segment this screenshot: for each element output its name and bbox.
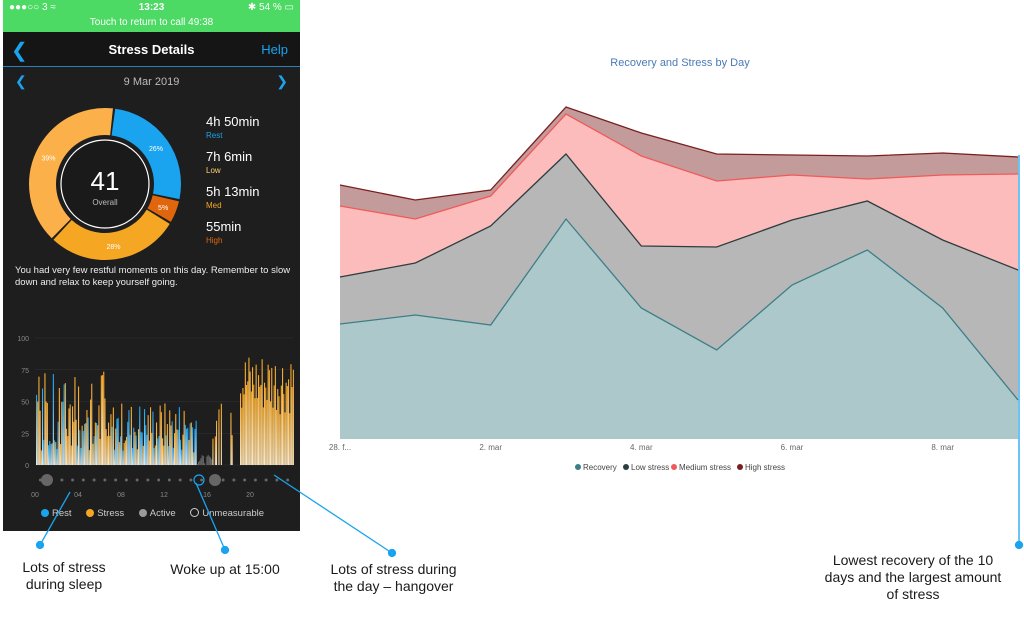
callout-line-woke xyxy=(195,482,226,551)
callout-line-day xyxy=(273,474,393,554)
annotation-lines xyxy=(35,155,1024,558)
callout-dot-woke xyxy=(220,545,230,555)
callout-line-sleep xyxy=(39,491,71,546)
note-day-stress: Lots of stress during the day – hangover xyxy=(330,561,457,594)
note-lowest-recovery: Lowest recovery of the 10 days and the l… xyxy=(824,552,1002,602)
callout-dot-day xyxy=(387,548,397,558)
callout-dot-sleep xyxy=(35,540,45,550)
note-woke-up: Woke up at 15:00 xyxy=(170,561,280,577)
note-sleep-stress: Lots of stress during sleep xyxy=(22,559,106,592)
callout-dot-lowest xyxy=(1014,540,1024,550)
